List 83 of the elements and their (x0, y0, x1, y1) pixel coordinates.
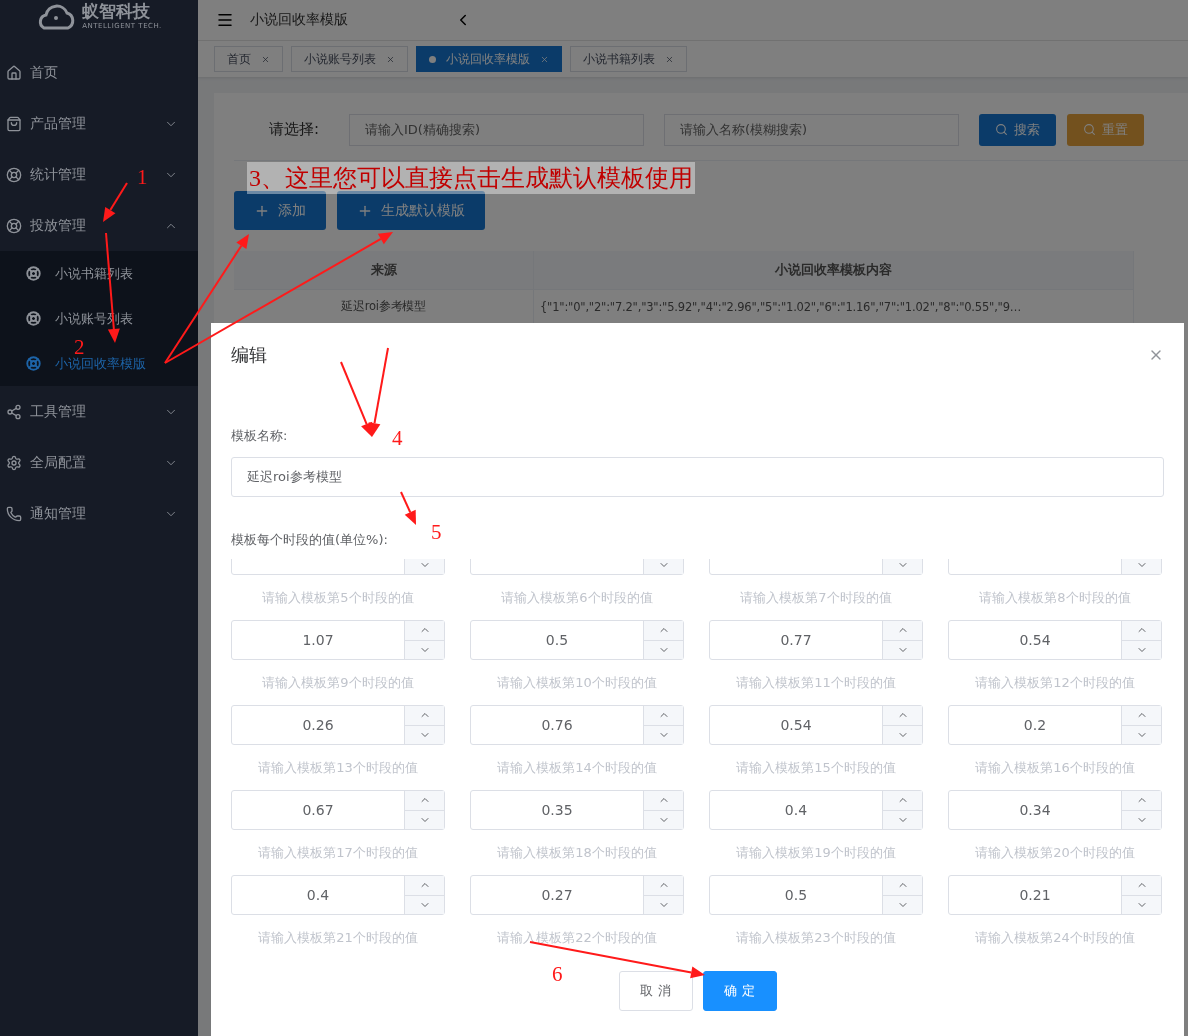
number-field[interactable]: 0.34 (948, 790, 1162, 830)
search-field[interactable]: 请输入ID(精确搜索) (349, 113, 644, 146)
share-icon (6, 403, 22, 420)
field-hint: 请输入模板第23个时段的值 (736, 929, 896, 947)
field-label: 模板名称: (231, 427, 288, 445)
field-hint: 请输入模板第19个时段的值 (736, 844, 896, 862)
number-field[interactable]: 0.2 (948, 705, 1162, 745)
search-icon (995, 123, 1008, 136)
sidebar-item[interactable]: 全局配置 (30, 453, 86, 472)
field-hint: 请输入模板第17个时段的值 (258, 844, 418, 862)
close-icon[interactable] (665, 54, 674, 64)
number-field[interactable]: 0.26 (231, 705, 445, 745)
field-hint: 请输入模板第20个时段的值 (975, 844, 1135, 862)
field-hint: 请输入模板第24个时段的值 (975, 929, 1135, 947)
page-title: 小说回收率模版 (250, 11, 348, 29)
close-icon[interactable] (261, 54, 270, 64)
number-field[interactable]: 0.21 (948, 875, 1162, 915)
close-icon[interactable] (540, 54, 549, 64)
field-hint: 请输入模板第9个时段的值 (262, 674, 414, 692)
logo-name: 蚁智科技 (82, 0, 152, 22)
table-header: 小说回收率模板内容 (534, 251, 1134, 290)
annotation-note: 3、这里您可以直接点击生成默认模板使用 (247, 162, 695, 194)
annotation-number: 6 (552, 964, 563, 985)
field-hint: 请输入模板第16个时段的值 (975, 759, 1135, 777)
annotation-number: 1 (137, 167, 148, 188)
cancel-button[interactable]: 取 消 (618, 971, 693, 1011)
number-field[interactable]: 0.54 (948, 620, 1162, 660)
bag-icon (6, 115, 22, 132)
lifebuoy-icon (26, 266, 41, 281)
lifebuoy-icon (26, 356, 41, 371)
sidebar-item[interactable]: 投放管理 (30, 216, 86, 235)
field-hint: 请输入模板第8个时段的值 (979, 589, 1131, 607)
sidebar-item[interactable]: 通知管理 (30, 504, 86, 523)
field-hint: 请输入模板第5个时段的值 (262, 589, 414, 607)
sidebar-item[interactable]: 产品管理 (30, 114, 86, 133)
dialog-title: 编辑 (231, 343, 267, 367)
menu-icon[interactable] (216, 11, 234, 29)
number-field[interactable]: 0.27 (470, 875, 684, 915)
confirm-button[interactable]: 确 定 (702, 971, 777, 1011)
search-field[interactable]: 请输入名称(模糊搜索) (664, 113, 959, 146)
lifebuoy-icon (6, 217, 22, 234)
field-hint: 请输入模板第7个时段的值 (740, 589, 892, 607)
search-icon (1083, 123, 1096, 136)
name-field[interactable]: 延迟roi参考模型 (231, 457, 1164, 497)
number-field[interactable]: 0.76 (470, 705, 684, 745)
sidebar-item[interactable]: 工具管理 (30, 402, 86, 421)
annotation-arrow (400, 491, 416, 525)
number-field[interactable]: 0.35 (470, 790, 684, 830)
settings-icon (6, 454, 22, 471)
tab[interactable]: 首页 (214, 46, 283, 72)
number-field[interactable]: 0.54 (709, 705, 923, 745)
field-hint: 请输入模板第21个时段的值 (258, 929, 418, 947)
lifebuoy-icon (6, 166, 22, 183)
number-field[interactable]: 0.4 (231, 875, 445, 915)
field-hint: 请输入模板第10个时段的值 (497, 674, 657, 692)
sidebar-item[interactable]: 统计管理 (30, 165, 86, 184)
number-field[interactable]: 0.77 (709, 620, 923, 660)
number-field[interactable]: 0.5 (470, 620, 684, 660)
annotation-number: 4 (392, 428, 403, 449)
field-hint: 请输入模板第14个时段的值 (497, 759, 657, 777)
annotation-arrow (103, 182, 128, 222)
phone-icon (6, 505, 22, 522)
number-field[interactable]: 0.67 (231, 790, 445, 830)
number-field[interactable]: 0.5 (709, 875, 923, 915)
annotation-number: 5 (431, 522, 442, 543)
field-label: 模板每个时段的值(单位%): (231, 531, 388, 549)
tab[interactable]: 小说书籍列表 (570, 46, 687, 72)
field-hint: 请输入模板第13个时段的值 (258, 759, 418, 777)
field-hint: 请输入模板第18个时段的值 (497, 844, 657, 862)
search-label: 请选择: (269, 120, 321, 139)
active-dot-icon (429, 55, 436, 63)
field-hint: 请输入模板第6个时段的值 (501, 589, 653, 607)
field-hint: 请输入模板第12个时段的值 (975, 674, 1135, 692)
lifebuoy-icon (26, 311, 41, 326)
table-header: 来源 (234, 251, 534, 290)
number-field[interactable]: 1.07 (231, 620, 445, 660)
tab[interactable]: 小说账号列表 (291, 46, 408, 72)
close-icon[interactable] (386, 54, 395, 64)
home-icon (6, 64, 22, 81)
number-field[interactable]: 0.4 (709, 790, 923, 830)
sidebar-item[interactable]: 首页 (30, 63, 58, 82)
field-hint: 请输入模板第15个时段的值 (736, 759, 896, 777)
field-hint: 请输入模板第11个时段的值 (736, 674, 896, 692)
